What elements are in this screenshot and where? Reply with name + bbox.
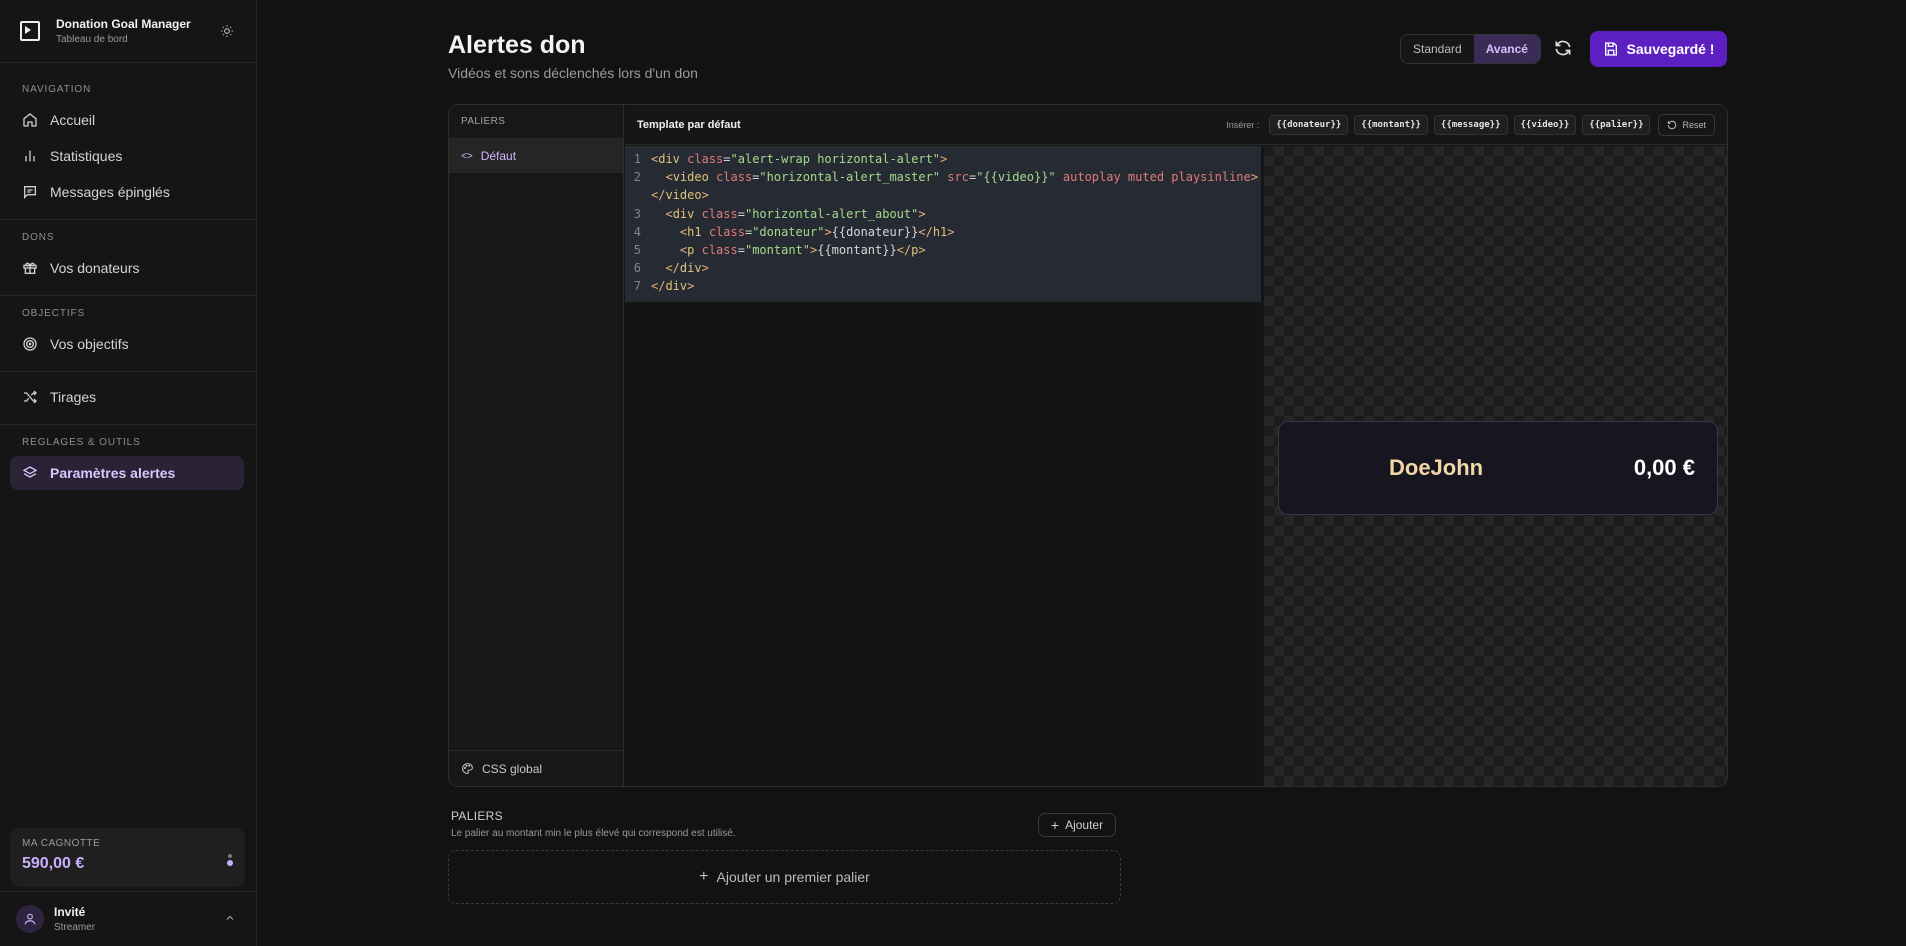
sidebar: Donation Goal Manager Tableau de bord NA… <box>0 0 257 946</box>
add-tier-button[interactable]: + Ajouter <box>1038 813 1116 837</box>
sidebar-item-donateurs[interactable]: Vos donateurs <box>10 251 244 285</box>
code-line: 5 <p class="montant">{{montant}}</p> <box>633 243 926 258</box>
user-avatar-icon <box>16 905 44 933</box>
brand-header: Donation Goal Manager Tableau de bord <box>0 0 256 63</box>
insert-donateur-chip[interactable]: {{donateur}} <box>1269 114 1349 135</box>
mode-standard-button[interactable]: Standard <box>1401 35 1474 63</box>
insert-montant-chip[interactable]: {{montant}} <box>1354 114 1428 135</box>
cagnotte-pager-dots[interactable] <box>227 852 233 868</box>
app-subtitle: Tableau de bord <box>56 34 128 45</box>
refresh-icon[interactable] <box>1553 38 1575 60</box>
sidebar-item-tirages[interactable]: Tirages <box>10 380 244 414</box>
code-line: 1 <div class="alert-wrap horizontal-alert… <box>633 152 948 166</box>
tiers-header: PALIERS <box>449 105 623 139</box>
plus-icon: + <box>1050 817 1060 833</box>
save-button[interactable]: Sauvegardé ! <box>1590 31 1727 67</box>
code-icon: <> <box>461 150 473 162</box>
insert-palier-chip[interactable]: {{palier}} <box>1582 114 1651 135</box>
sidebar-item-statistiques[interactable]: Statistiques <box>10 139 244 173</box>
layers-icon <box>22 466 38 478</box>
sidebar-item-objectifs[interactable]: Vos objectifs <box>10 327 244 361</box>
preview-donor-name: DoeJohn <box>1389 455 1484 480</box>
page-subtitle: Vidéos et sons déclenchés lors d'un don <box>448 65 698 81</box>
alert-preview-card: DoeJohn 0,00 € <box>1278 421 1718 515</box>
page-title: Alertes don <box>448 31 586 59</box>
divider <box>0 371 256 372</box>
mode-switch: Standard Avancé <box>1400 34 1541 64</box>
sidebar-item-label: Accueil <box>50 112 96 128</box>
code-line: 7 </div> <box>633 279 695 294</box>
sidebar-item-accueil[interactable]: Accueil <box>10 103 244 137</box>
alert-preview: DoeJohn 0,00 € <box>1264 146 1727 786</box>
insert-video-chip[interactable]: {{video}} <box>1513 114 1577 135</box>
chevron-up-icon[interactable] <box>224 912 236 927</box>
section-label-dons: DONS <box>22 232 55 243</box>
code-line: 4 <h1 class="donateur">{{donateur}}</h1> <box>633 224 955 239</box>
home-icon <box>23 113 37 127</box>
user-name: Invité <box>54 905 86 919</box>
template-header: Template par défaut Insérer : {{donateur… <box>625 105 1727 145</box>
divider <box>0 295 256 296</box>
save-button-label: Sauvegardé ! <box>1626 41 1715 57</box>
section-label-navigation: NAVIGATION <box>22 84 92 95</box>
message-icon <box>24 186 36 199</box>
tier-item-default[interactable]: <> Défaut <box>449 139 623 173</box>
theme-toggle-sun-icon[interactable] <box>218 22 236 40</box>
add-tier-label: Ajouter <box>1065 818 1104 832</box>
sidebar-item-messages[interactable]: Messages épinglés <box>10 175 244 209</box>
paliers-title: PALIERS <box>451 809 503 823</box>
sidebar-item-label: Messages épinglés <box>50 184 170 200</box>
section-label-reglages: REGLAGES & OUTILS <box>22 437 141 448</box>
add-first-tier-label: Ajouter un premier palier <box>716 869 870 885</box>
mode-avance-button[interactable]: Avancé <box>1473 35 1540 63</box>
insert-label: Insérer : <box>1226 119 1260 130</box>
sidebar-item-label: Statistiques <box>50 148 123 164</box>
sidebar-item-label: Tirages <box>50 389 97 405</box>
save-icon <box>1604 42 1617 56</box>
user-menu[interactable]: Invité Streamer <box>0 891 256 946</box>
main-content: Alertes don Vidéos et sons déclenchés lo… <box>257 0 1906 946</box>
sidebar-item-parametres-alertes[interactable]: Paramètres alertes <box>10 456 244 490</box>
plus-icon: + <box>699 868 709 885</box>
divider <box>0 424 256 425</box>
section-label-objectifs: OBJECTIFS <box>22 308 86 319</box>
target-icon <box>23 337 37 351</box>
css-global-button[interactable]: CSS global <box>449 750 623 786</box>
shuffle-icon <box>24 390 37 404</box>
code-line: </video> <box>651 188 709 203</box>
code-line: 2 <video class="horizontal-alert_master"… <box>633 170 1258 185</box>
code-line: 3 <div class="horizontal-alert_about"> <box>633 206 926 221</box>
app-logo-icon <box>20 21 40 41</box>
paliers-subtitle: Le palier au montant min le plus élevé q… <box>451 828 736 839</box>
sidebar-item-label: Vos objectifs <box>50 336 129 352</box>
palette-icon <box>462 763 473 774</box>
divider <box>0 219 256 220</box>
reset-button[interactable]: Reset <box>1658 113 1715 136</box>
template-title: Template par défaut <box>637 118 741 131</box>
insert-toolbar: Insérer : {{donateur}} {{montant}} {{mes… <box>1226 113 1715 136</box>
sidebar-item-label: Vos donateurs <box>50 260 140 276</box>
code-line: 6 </div> <box>633 261 709 276</box>
sidebar-item-label: Paramètres alertes <box>50 465 176 481</box>
insert-message-chip[interactable]: {{message}} <box>1433 114 1508 135</box>
reset-icon <box>1668 120 1677 129</box>
reset-label: Reset <box>1682 119 1706 130</box>
cagnotte-value: 590,00 € <box>22 855 85 872</box>
cagnotte-card: MA CAGNOTTE 590,00 € <box>10 828 245 887</box>
gift-icon <box>23 262 37 274</box>
alert-editor: PALIERS <> Défaut CSS global Template pa… <box>448 104 1728 787</box>
cagnotte-label: MA CAGNOTTE <box>22 838 101 849</box>
code-editor[interactable]: 1 <div class="alert-wrap horizontal-alert… <box>625 146 1261 786</box>
preview-amount: 0,00 € <box>1633 455 1695 480</box>
user-role: Streamer <box>54 922 96 933</box>
tiers-panel: PALIERS <> Défaut CSS global <box>449 105 624 786</box>
tier-item-label: Défaut <box>480 149 517 163</box>
code-block: 1 <div class="alert-wrap horizontal-alert… <box>625 146 1261 302</box>
app-title: Donation Goal Manager <box>56 17 191 31</box>
css-global-label: CSS global <box>482 761 543 776</box>
bar-chart-icon <box>25 150 35 162</box>
add-first-tier-button[interactable]: + Ajouter un premier palier <box>448 850 1121 904</box>
